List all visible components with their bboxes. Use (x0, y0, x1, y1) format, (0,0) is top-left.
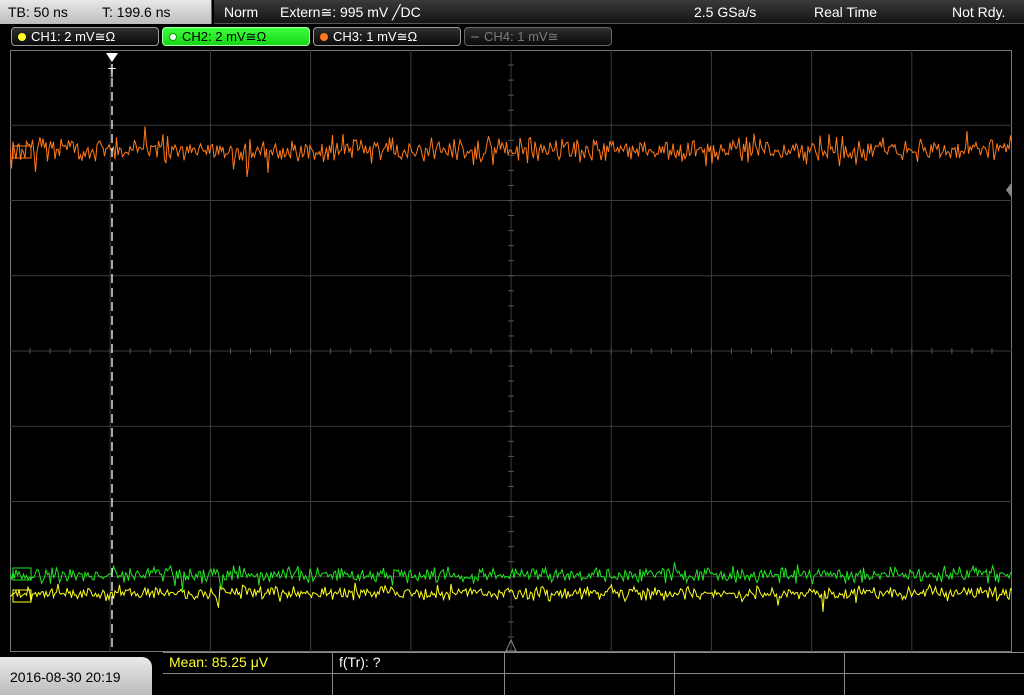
channel-label: CH4: 1 mV≅ (484, 29, 559, 44)
channel-label: CH2: 2 mV≅Ω (182, 29, 267, 44)
channel-label: CH3: 1 mV≅Ω (333, 29, 418, 44)
measurement-slot[interactable] (333, 674, 505, 695)
measurement-rise-freq-value: f(Tr): ? (339, 654, 381, 670)
measurement-slot[interactable] (845, 653, 1024, 674)
channel-off-icon (471, 36, 479, 38)
measurement-slot[interactable] (675, 653, 845, 674)
waveform-plot[interactable]: T (10, 50, 1012, 652)
channel-dot-icon (169, 33, 177, 41)
measurement-slot[interactable] (505, 674, 675, 695)
trigger-position-arrow-icon[interactable] (106, 53, 118, 62)
graticule (10, 50, 1012, 652)
acquisition-state: Not Rdy. (952, 4, 1006, 20)
datetime: 2016-08-30 20:19 (10, 669, 121, 685)
datetime-panel: 2016-08-30 20:19 (0, 657, 152, 695)
trigger-source: Extern≅: 995 mV ╱DC (280, 4, 421, 20)
measurement-mean-value: Mean: 85.25 μV (169, 654, 269, 670)
measurement-panel[interactable]: Mean: 85.25 μV f(Tr): ? (163, 652, 1024, 695)
channel-dot-icon (18, 33, 26, 41)
channel-label: CH1: 2 mV≅Ω (31, 29, 116, 44)
channel-tab-ch3[interactable]: CH3: 1 mV≅Ω (313, 27, 461, 46)
trigger-level-icon[interactable] (1006, 182, 1012, 198)
trigger-t-icon: T (108, 65, 116, 80)
timebase-value: TB: 50 ns (8, 4, 68, 20)
timebase-panel[interactable]: TB: 50 ns T: 199.6 ns (0, 0, 212, 24)
sample-rate: 2.5 GSa/s (694, 4, 757, 20)
measurement-rise-freq[interactable]: f(Tr): ? (333, 653, 505, 674)
channel-dot-icon (320, 33, 328, 41)
measurement-slot[interactable] (845, 674, 1024, 695)
status-bar: TB: 50 ns T: 199.6 ns Norm Extern≅: 995 … (0, 0, 1024, 24)
measurement-slot[interactable] (505, 653, 675, 674)
trigger-acquisition-panel[interactable]: Norm Extern≅: 995 mV ╱DC 2.5 GSa/s Real … (214, 0, 1024, 24)
measurement-mean[interactable]: Mean: 85.25 μV (163, 653, 333, 674)
trigger-time-value: T: 199.6 ns (102, 4, 171, 20)
channel-tab-ch1[interactable]: CH1: 2 mV≅Ω (11, 27, 159, 46)
channel-tab-ch2[interactable]: CH2: 2 mV≅Ω (162, 27, 310, 46)
trigger-mode: Norm (224, 4, 259, 20)
channel-tab-ch4[interactable]: CH4: 1 mV≅ (464, 27, 612, 46)
measurement-slot[interactable] (163, 674, 333, 695)
measurement-slot[interactable] (675, 674, 845, 695)
acquisition-mode: Real Time (814, 4, 878, 20)
